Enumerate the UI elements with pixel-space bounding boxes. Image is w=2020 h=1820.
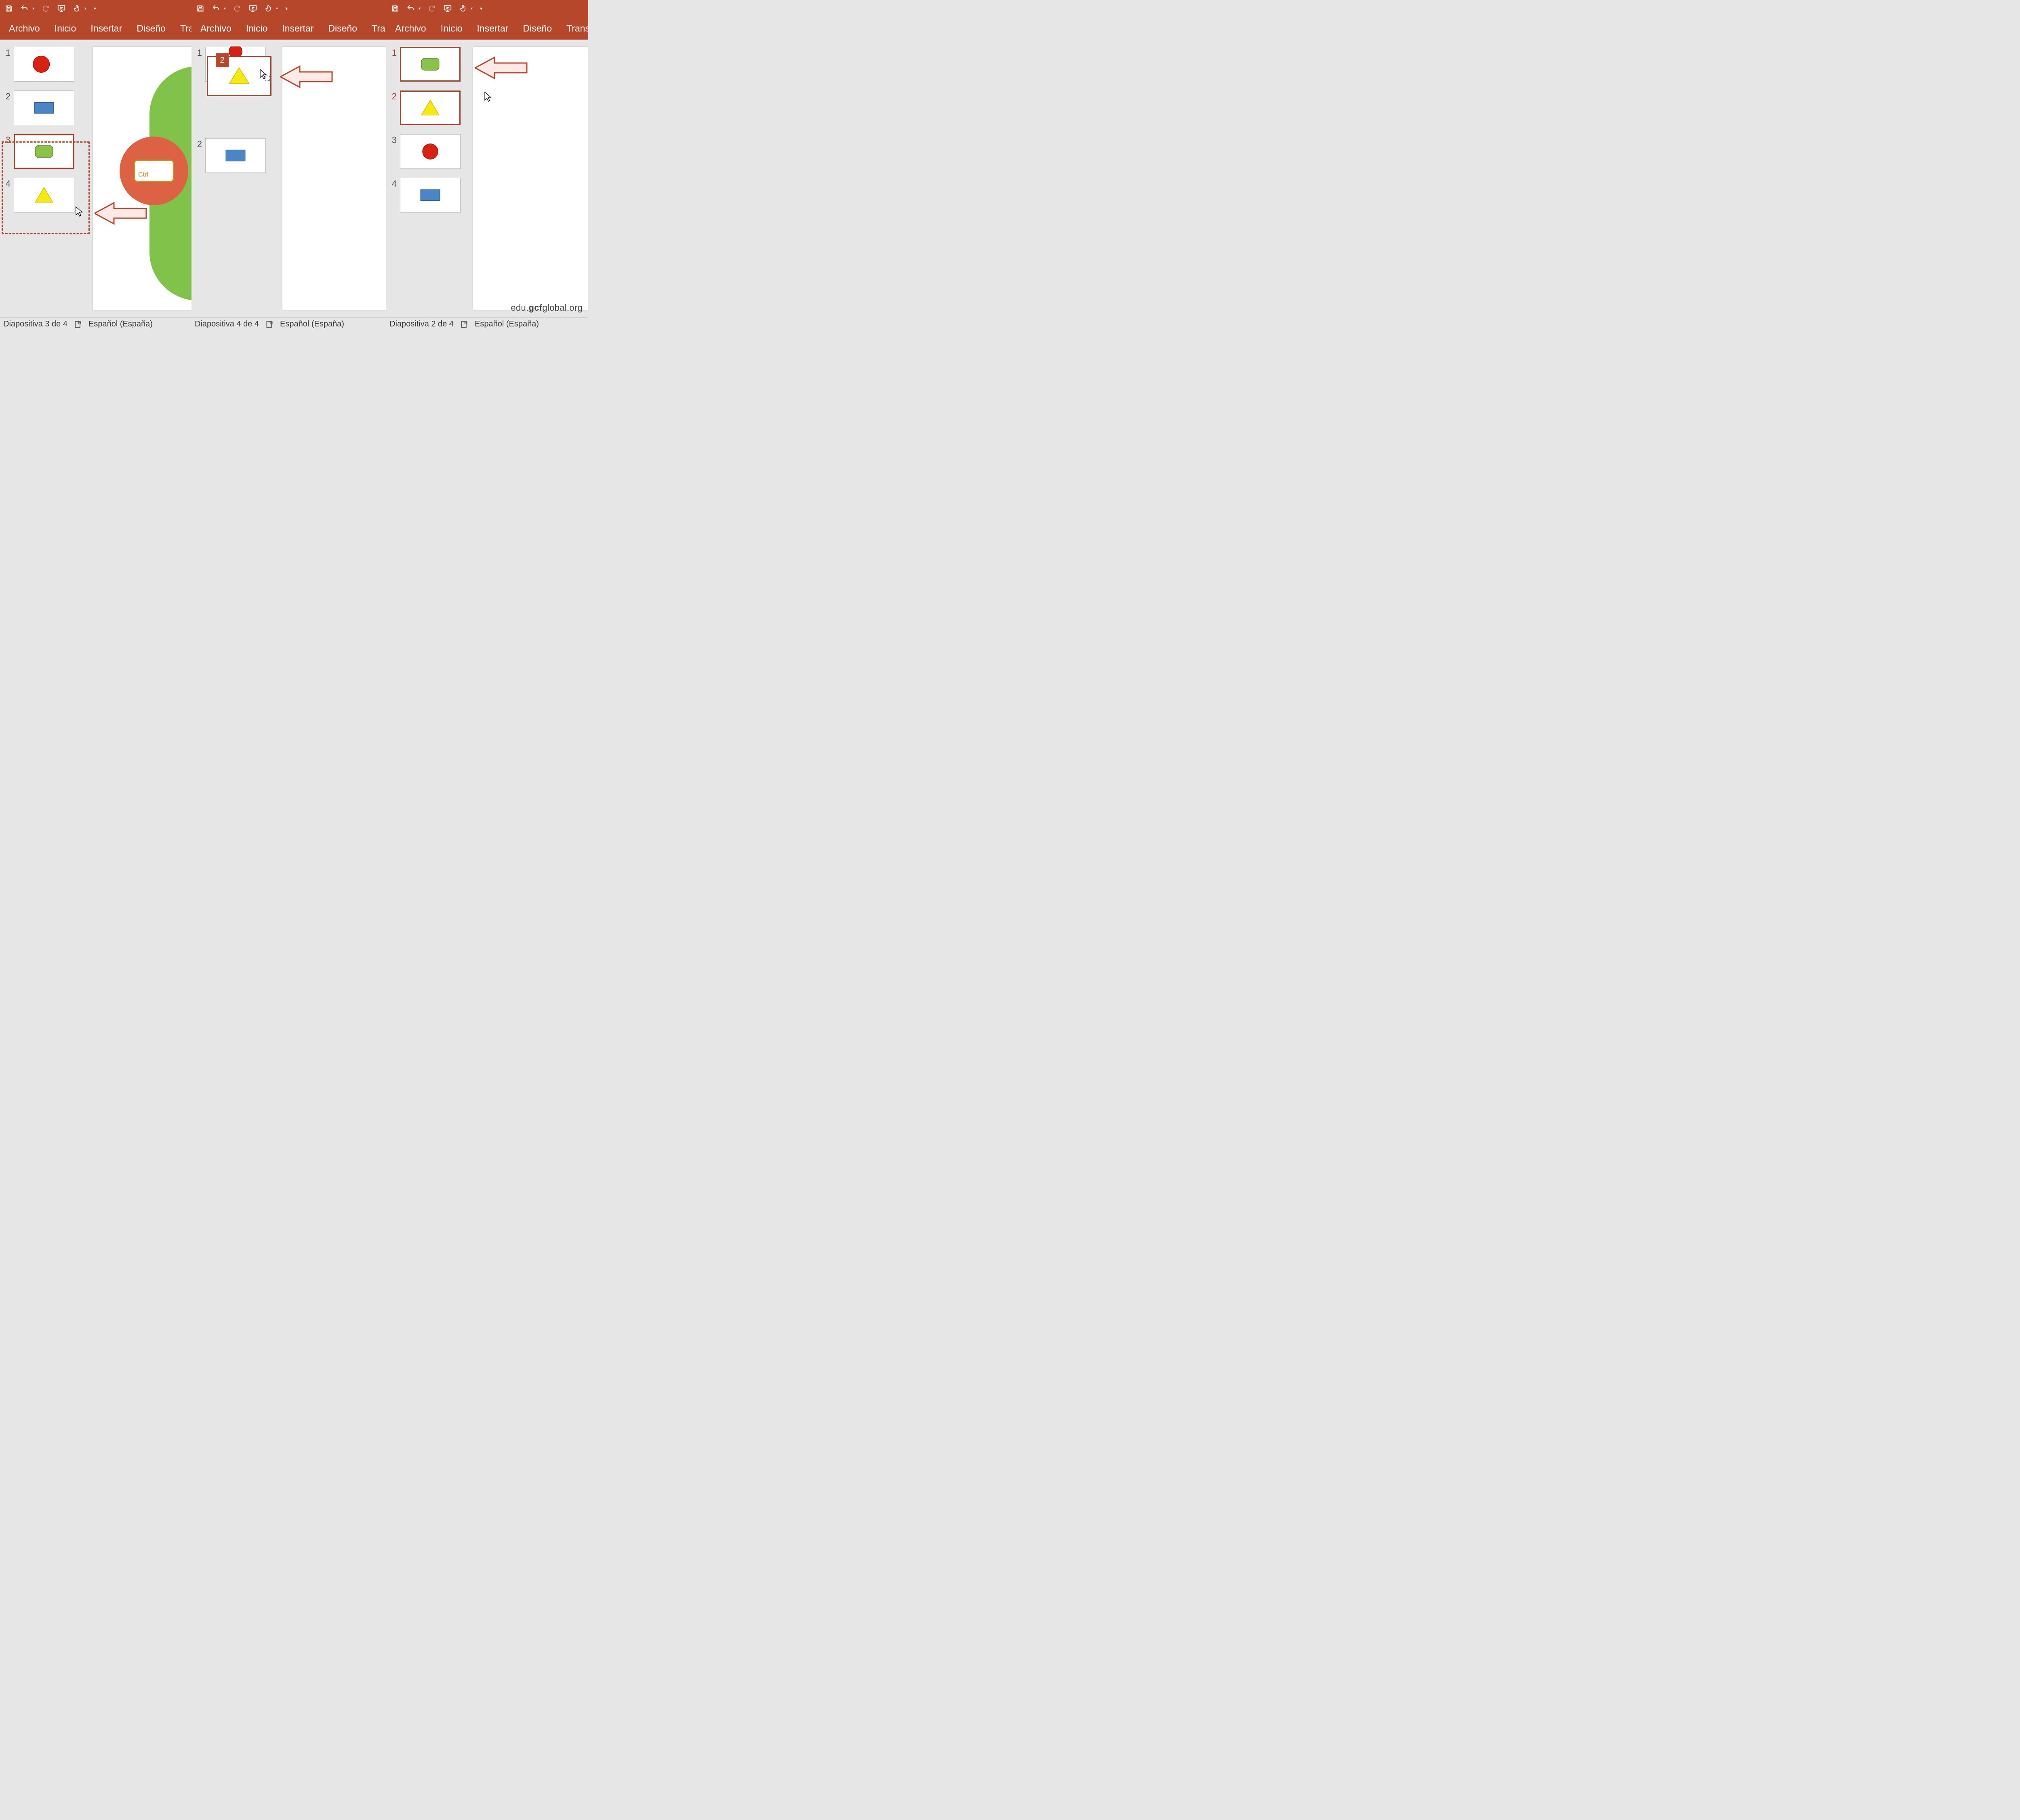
tab-transitions[interactable]: Transicio [173,17,191,40]
slide-number: 2 [2,90,11,102]
ribbon-tabs: Archivo Inicio Insertar Diseño Transicio… [191,17,386,40]
slide-number: 1 [388,47,397,58]
tab-transitions[interactable]: Transiciones [559,17,588,40]
customize-qat-icon[interactable]: ▾ [94,6,96,11]
powerpoint-window-3: ▾ ▾ ▾ Archivo Inicio Insertar Diseño Tra… [386,0,588,331]
redo-icon [428,4,436,13]
language-indicator[interactable]: Español (España) [88,320,153,329]
notes-icon[interactable] [74,320,82,328]
quick-access-toolbar: ▾ ▾ ▾ [0,0,191,17]
ribbon-tabs: Archivo Inicio Insertar Diseño Transicio… [386,17,588,40]
status-bar: Diapositiva 4 de 4 Español (España) [191,317,386,331]
dragged-slide-thumb[interactable] [207,56,271,96]
tab-transitions[interactable]: Transicion [364,17,386,40]
workspace: 1 2 3 4 [386,40,588,317]
dropdown-caret-icon[interactable]: ▾ [471,6,473,11]
tab-home[interactable]: Inicio [239,17,275,40]
slideshow-icon[interactable] [57,4,66,13]
save-icon[interactable] [5,4,13,13]
dropdown-caret-icon[interactable]: ▾ [32,6,34,11]
slide-thumb-2[interactable] [400,90,461,125]
tab-home[interactable]: Inicio [47,17,84,40]
tab-design[interactable]: Diseño [129,17,173,40]
tab-insert[interactable]: Insertar [275,17,321,40]
customize-qat-icon[interactable]: ▾ [285,6,288,11]
redo-icon [42,4,50,13]
tab-design[interactable]: Diseño [516,17,559,40]
dropdown-caret-icon[interactable]: ▾ [84,6,86,11]
save-icon[interactable] [196,4,204,13]
slide-number: 1 [193,47,202,58]
slide-counter: Diapositiva 4 de 4 [195,320,259,329]
status-bar: Diapositiva 2 de 4 Español (España) [386,317,588,331]
slide-thumb-1[interactable] [14,47,74,82]
slide-canvas[interactable] [282,47,386,310]
status-bar: Diapositiva 3 de 4 Español (España) [0,317,191,331]
dropdown-caret-icon[interactable]: ▾ [419,6,421,11]
slide-thumb-3[interactable] [400,134,461,169]
tab-file[interactable]: Archivo [193,17,239,40]
redo-icon [233,4,241,13]
slide-number: 2 [193,138,202,149]
slide-thumb-2[interactable] [205,138,266,173]
quick-access-toolbar: ▾ ▾ ▾ [191,0,386,17]
dropdown-caret-icon[interactable]: ▾ [276,6,278,11]
notes-icon[interactable] [265,320,274,328]
quick-access-toolbar: ▾ ▾ ▾ [386,0,588,17]
slide-number: 4 [388,178,397,189]
powerpoint-window-1: ▾ ▾ ▾ Archivo Inicio Insertar Diseño Tra… [0,0,191,331]
slide-number: 1 [2,47,11,58]
undo-icon[interactable] [20,4,29,13]
slide-number: 3 [2,134,11,145]
save-icon[interactable] [391,4,399,13]
tab-design[interactable]: Diseño [321,17,364,40]
tab-home[interactable]: Inicio [433,17,470,40]
slide-thumb-4[interactable] [14,178,74,213]
workspace: 1 2 2 [191,40,386,317]
slide-thumb-1[interactable] [400,47,461,82]
slide-counter: Diapositiva 2 de 4 [389,320,454,329]
slide-counter: Diapositiva 3 de 4 [3,320,67,329]
language-indicator[interactable]: Español (España) [475,320,539,329]
slide-canvas[interactable] [93,47,191,310]
slide-canvas[interactable] [473,47,588,310]
slideshow-icon[interactable] [443,4,452,13]
touch-mode-icon[interactable] [73,4,81,13]
language-indicator[interactable]: Español (España) [280,320,344,329]
slide-thumb-3[interactable] [14,134,74,169]
slide-thumbnails: 1 2 3 4 [0,40,93,317]
undo-icon[interactable] [212,4,221,13]
tab-file[interactable]: Archivo [388,17,433,40]
dropdown-caret-icon[interactable]: ▾ [224,6,226,11]
touch-mode-icon[interactable] [265,4,273,13]
slide-thumbnails: 1 2 3 4 [386,40,473,317]
slide-thumb-2[interactable] [14,90,74,125]
tab-file[interactable]: Archivo [2,17,47,40]
slideshow-icon[interactable] [248,4,257,13]
slide-number: 3 [388,134,397,145]
tab-insert[interactable]: Insertar [469,17,516,40]
slide-thumb-4[interactable] [400,178,461,213]
customize-qat-icon[interactable]: ▾ [480,6,482,11]
slide-number: 4 [2,178,11,189]
ribbon-tabs: Archivo Inicio Insertar Diseño Transicio [0,17,191,40]
tab-insert[interactable]: Insertar [83,17,129,40]
notes-icon[interactable] [460,320,468,328]
undo-icon[interactable] [406,4,415,13]
powerpoint-window-2: ▾ ▾ ▾ Archivo Inicio Insertar Diseño Tra… [191,0,386,331]
slide-number: 2 [388,90,397,102]
touch-mode-icon[interactable] [459,4,467,13]
workspace: 1 2 3 4 [0,40,191,317]
